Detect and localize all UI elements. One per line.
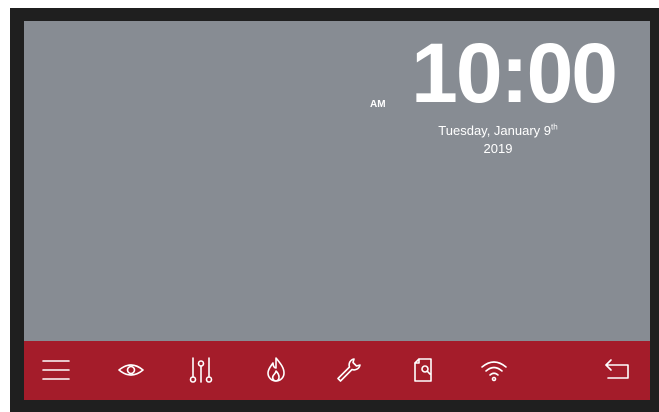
date-year: 2019	[483, 141, 513, 156]
clock-time: 10:00	[411, 26, 618, 120]
date-display: Tuesday, January 9th 2019	[398, 122, 598, 158]
menu-icon	[42, 360, 70, 380]
view-button[interactable]	[116, 355, 146, 385]
flame-button[interactable]	[261, 355, 291, 385]
service-button[interactable]	[334, 355, 364, 385]
document-search-icon	[414, 358, 432, 382]
document-search-button[interactable]	[410, 355, 440, 385]
wifi-icon	[481, 361, 507, 382]
bottom-toolbar	[24, 341, 650, 400]
date-text: Tuesday, January 9	[438, 123, 552, 138]
eye-icon	[118, 364, 144, 376]
sliders-icon	[189, 357, 213, 383]
menu-button[interactable]	[41, 355, 71, 385]
wrench-icon	[337, 358, 361, 382]
settings-sliders-button[interactable]	[186, 355, 216, 385]
flame-icon	[267, 357, 285, 382]
wifi-button[interactable]	[479, 355, 509, 385]
back-arrow-icon	[605, 359, 629, 379]
date-suffix: th	[551, 122, 558, 132]
date-line: Tuesday, January 9th	[398, 122, 598, 140]
ampm-indicator: AM	[370, 99, 386, 110]
clock-widget: AM 10:00	[356, 26, 618, 121]
back-button[interactable]	[602, 355, 632, 385]
display-screen: AM 10:00 Tuesday, January 9th 2019	[24, 21, 650, 400]
